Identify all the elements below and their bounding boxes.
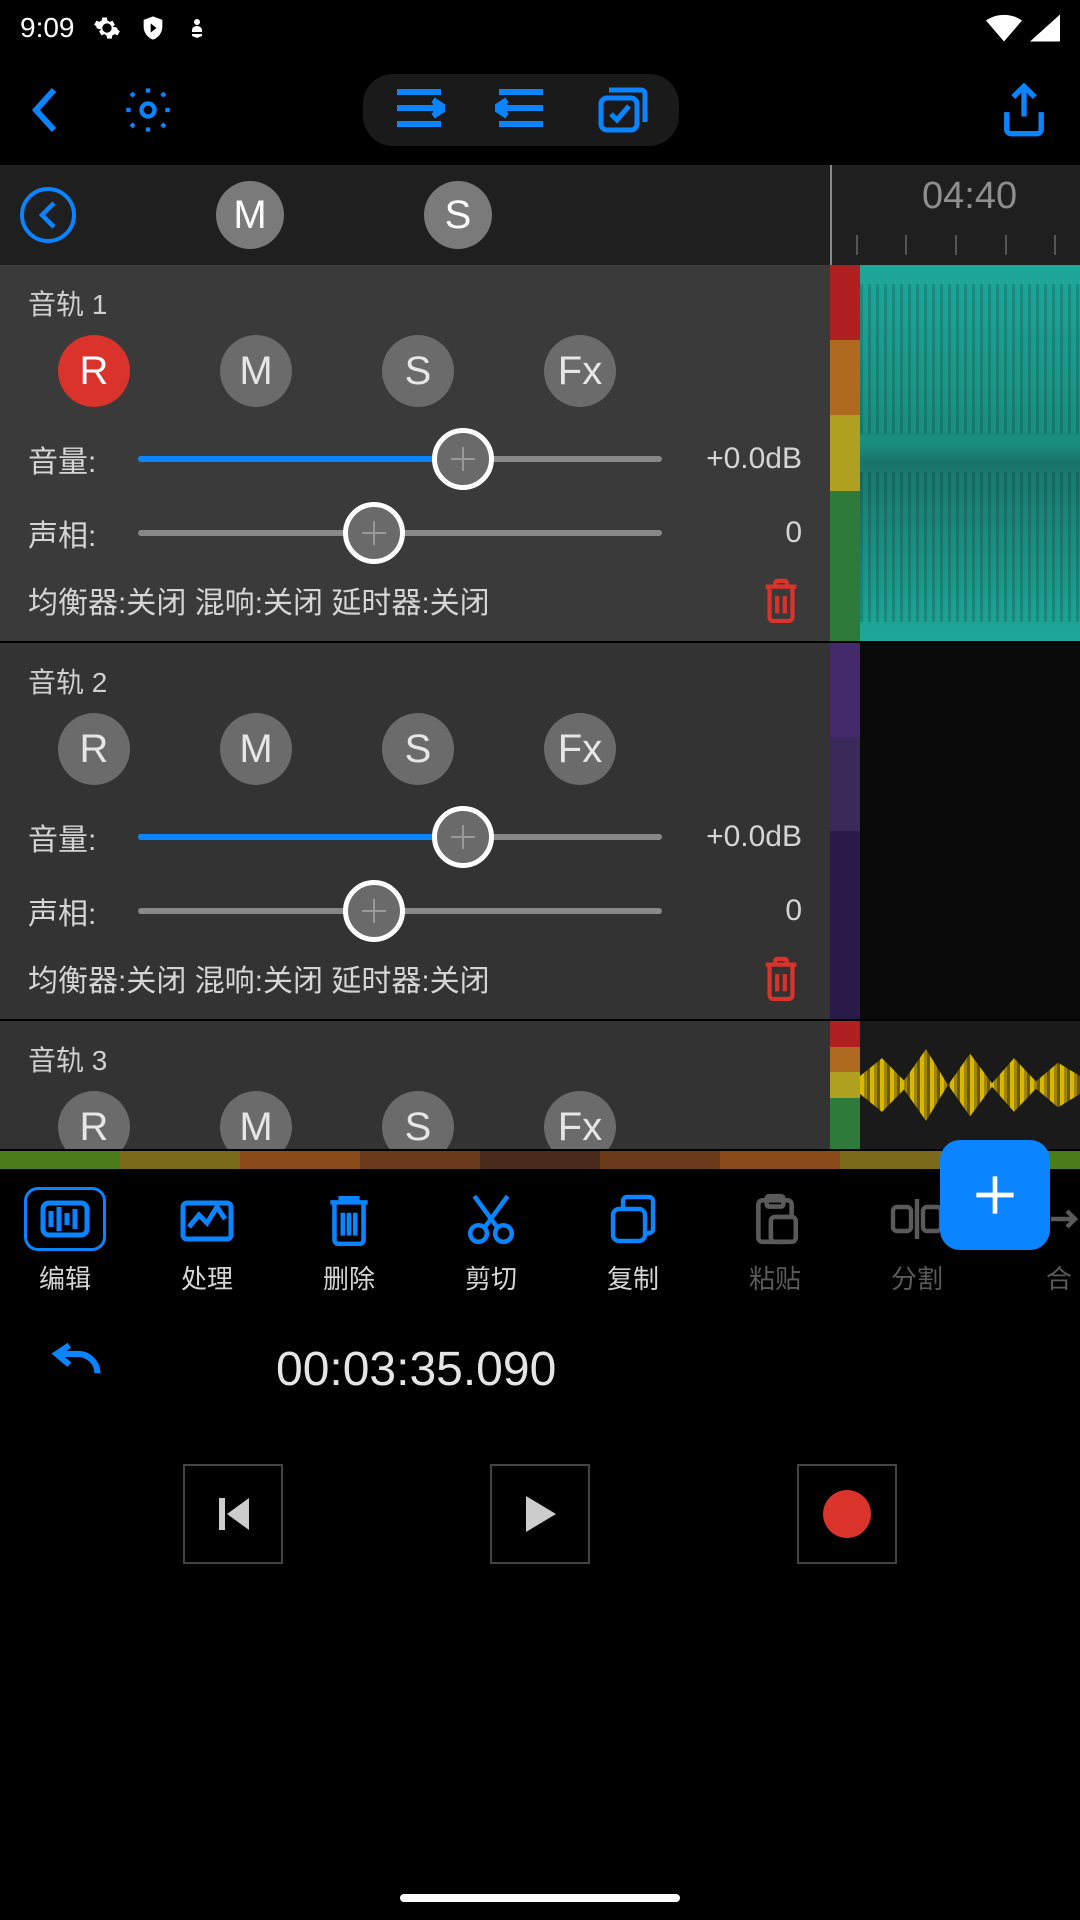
pan-value: 0 bbox=[682, 894, 802, 928]
waveform-clip[interactable] bbox=[860, 643, 1080, 1019]
fx-status-text: 均衡器:关闭 混响:关闭 延时器:关闭 bbox=[28, 956, 490, 1000]
transport-time-row: 00:03:35.090 bbox=[0, 1314, 1080, 1424]
action-label: 处理 bbox=[181, 1259, 233, 1296]
action-label: 编辑 bbox=[39, 1259, 91, 1296]
volume-label: 音量: bbox=[28, 437, 118, 481]
fx-button[interactable]: Fx bbox=[544, 713, 616, 785]
undo-button[interactable] bbox=[50, 1343, 106, 1395]
volume-slider[interactable] bbox=[138, 456, 662, 462]
collapse-tracks-button[interactable] bbox=[20, 187, 76, 243]
action-label: 合 bbox=[1046, 1259, 1072, 1296]
status-bar: 9:09 bbox=[0, 0, 1080, 55]
shield-status-icon bbox=[139, 14, 167, 42]
mute-button[interactable]: M bbox=[220, 713, 292, 785]
indent-right-button[interactable] bbox=[393, 86, 445, 134]
action-label: 删除 bbox=[323, 1259, 375, 1296]
record-arm-button[interactable]: R bbox=[58, 335, 130, 407]
share-button[interactable] bbox=[998, 82, 1050, 138]
pan-label: 声相: bbox=[28, 511, 118, 555]
timeline-ruler[interactable]: 04:40 bbox=[830, 165, 1080, 265]
solo-button[interactable]: S bbox=[382, 335, 454, 407]
delete-track-button[interactable] bbox=[760, 955, 802, 1001]
action-toolbar: 编辑 处理 删除 剪切 复制 粘贴 分割 合 bbox=[0, 1169, 1080, 1314]
mute-button[interactable]: M bbox=[220, 335, 292, 407]
record-button[interactable] bbox=[797, 1464, 897, 1564]
action-cut[interactable]: 剪切 bbox=[446, 1187, 536, 1296]
master-track-header: M S 04:40 bbox=[0, 165, 1080, 265]
person-status-icon bbox=[185, 14, 209, 42]
pan-slider[interactable] bbox=[138, 530, 662, 536]
fx-status-text: 均衡器:关闭 混响:关闭 延时器:关闭 bbox=[28, 578, 490, 622]
record-arm-button[interactable]: R bbox=[58, 1091, 130, 1151]
record-arm-button[interactable]: R bbox=[58, 713, 130, 785]
track-row: 音轨 1 R M S Fx 音量: +0.0dB 声相: 0 均衡器:关闭 混响… bbox=[0, 265, 1080, 643]
track-overview-strip bbox=[0, 1151, 1080, 1169]
action-delete[interactable]: 删除 bbox=[304, 1187, 394, 1296]
play-button[interactable] bbox=[490, 1464, 590, 1564]
track-row: 音轨 2 R M S Fx 音量: +0.0dB 声相: 0 均衡器:关闭 混响… bbox=[0, 643, 1080, 1021]
track-row: 音轨 3 R M S Fx bbox=[0, 1021, 1080, 1151]
settings-button[interactable] bbox=[122, 84, 174, 136]
playhead-time: 00:03:35.090 bbox=[276, 1342, 556, 1397]
level-meter bbox=[830, 265, 860, 641]
track-name: 音轨 3 bbox=[28, 1039, 802, 1079]
status-time: 9:09 bbox=[20, 12, 75, 44]
waveform-clip[interactable] bbox=[860, 1021, 1080, 1149]
select-all-button[interactable] bbox=[597, 86, 649, 134]
pan-label: 声相: bbox=[28, 889, 118, 933]
volume-value: +0.0dB bbox=[682, 820, 802, 854]
settings-status-icon bbox=[93, 14, 121, 42]
action-edit[interactable]: 编辑 bbox=[20, 1187, 110, 1296]
skip-start-button[interactable] bbox=[183, 1464, 283, 1564]
level-meter bbox=[830, 1021, 860, 1149]
action-process[interactable]: 处理 bbox=[162, 1187, 252, 1296]
solo-button[interactable]: S bbox=[382, 713, 454, 785]
indent-left-button[interactable] bbox=[495, 86, 547, 134]
home-indicator[interactable] bbox=[400, 1894, 680, 1902]
fx-button[interactable]: Fx bbox=[544, 1091, 616, 1151]
waveform-clip[interactable] bbox=[860, 265, 1080, 641]
volume-value: +0.0dB bbox=[682, 442, 802, 476]
wifi-icon bbox=[986, 14, 1022, 42]
action-label: 剪切 bbox=[465, 1259, 517, 1296]
action-copy[interactable]: 复制 bbox=[588, 1187, 678, 1296]
delete-track-button[interactable] bbox=[760, 577, 802, 623]
solo-button[interactable]: S bbox=[382, 1091, 454, 1151]
mute-button[interactable]: M bbox=[220, 1091, 292, 1151]
action-label: 分割 bbox=[891, 1259, 943, 1296]
fx-button[interactable]: Fx bbox=[544, 335, 616, 407]
track-name: 音轨 2 bbox=[28, 661, 802, 701]
level-meter bbox=[830, 643, 860, 1019]
top-toolbar bbox=[0, 55, 1080, 165]
cellular-icon bbox=[1030, 14, 1060, 42]
master-mute-button[interactable]: M bbox=[216, 181, 284, 249]
master-solo-button[interactable]: S bbox=[424, 181, 492, 249]
volume-label: 音量: bbox=[28, 815, 118, 859]
back-button[interactable] bbox=[30, 86, 62, 134]
action-paste[interactable]: 粘贴 bbox=[730, 1187, 820, 1296]
pan-value: 0 bbox=[682, 516, 802, 550]
track-name: 音轨 1 bbox=[28, 283, 802, 323]
action-label: 复制 bbox=[607, 1259, 659, 1296]
transport-controls bbox=[0, 1424, 1080, 1604]
action-label: 粘贴 bbox=[749, 1259, 801, 1296]
pan-slider[interactable] bbox=[138, 908, 662, 914]
timeline-marker-time: 04:40 bbox=[922, 175, 1017, 218]
add-track-button[interactable] bbox=[940, 1140, 1050, 1250]
volume-slider[interactable] bbox=[138, 834, 662, 840]
